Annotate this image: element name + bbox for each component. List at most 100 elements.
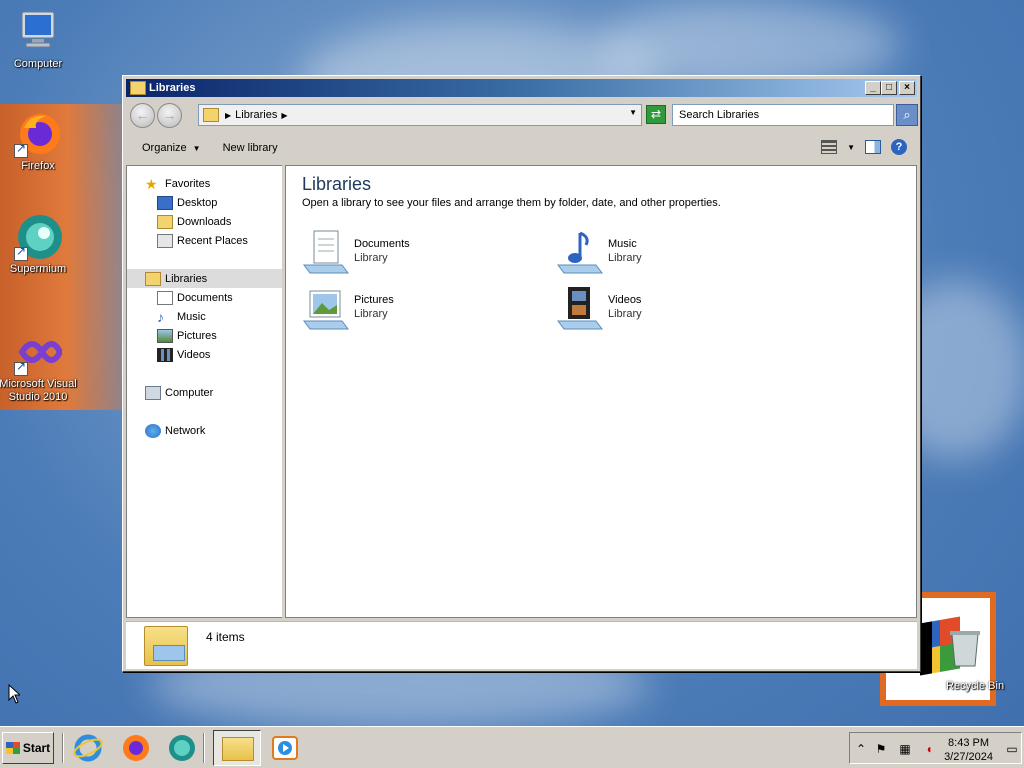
nav-libraries[interactable]: Libraries [127,269,282,288]
nav-desktop[interactable]: Desktop [157,193,217,212]
shortcut-arrow-icon [14,245,28,261]
nav-label: Desktop [177,196,218,209]
media-player-icon[interactable] [270,734,300,762]
film-strip-icon [157,347,173,362]
shortcut-arrow-icon [14,142,28,158]
search-button[interactable]: ⌕ [896,104,918,126]
computer-icon [14,8,62,56]
library-name: Videos [608,294,642,306]
library-item-documents[interactable]: Documents Library [302,226,532,276]
libraries-folder-icon [222,737,254,761]
music-note-icon: ♪ [157,308,164,325]
clock[interactable]: 8:43 PM 3/27/2024 [944,736,993,764]
maximize-button[interactable]: □ [881,81,897,95]
internet-explorer-icon[interactable] [73,734,103,762]
downloads-folder-icon [157,214,173,229]
nav-label: Pictures [177,329,217,342]
picture-icon [157,328,173,343]
nav-label: Music [177,310,206,323]
title-bar[interactable]: Libraries _ □ × [126,79,917,97]
taskbar-separator [203,733,205,763]
chevron-down-icon[interactable]: ▼ [847,143,855,152]
taskbar: Start ⌃ ⚑ ▦ ◖ 8:43 PM 3/27/2024 ▭ [0,726,1024,768]
nav-computer[interactable]: Computer [145,383,213,402]
nav-downloads[interactable]: Downloads [157,212,231,231]
library-type: Library [354,308,388,320]
document-icon [157,290,173,305]
clock-time: 8:43 PM [948,737,990,749]
nav-videos[interactable]: Videos [157,345,210,364]
desktop-icon-visual-studio[interactable]: Microsoft Visual Studio 2010 [0,328,78,404]
breadcrumb-chevron-icon[interactable]: ▶ [225,111,231,120]
firefox-icon[interactable] [121,734,151,762]
supermium-icon [14,213,62,261]
nav-label: Computer [165,386,214,399]
desktop-icon-firefox[interactable]: Firefox [0,110,78,173]
close-button[interactable]: × [899,81,915,95]
library-item-music[interactable]: Music Library [556,226,786,276]
command-bar: Organize ▼ New library ▼ ? [126,133,917,163]
item-count: 4 items [206,630,245,644]
content-pane: Libraries Open a library to see your fil… [285,165,917,618]
start-label: Start [22,741,51,755]
libraries-folder-icon [130,81,146,95]
navigation-pane: ★ Favorites Desktop Downloads Recent Pla… [126,165,283,618]
system-tray: ⌃ ⚑ ▦ ◖ 8:43 PM 3/27/2024 ▭ [849,732,1022,764]
nav-favorites[interactable]: ★ Favorites [145,174,210,193]
nav-network[interactable]: Network [145,421,205,440]
library-name: Documents [354,238,410,250]
recycle-bin-icon [948,628,982,668]
supermium-icon[interactable] [167,734,197,762]
action-center-flag-icon[interactable]: ⚑ [874,742,888,756]
forward-button[interactable]: → [157,103,182,128]
help-icon[interactable]: ? [891,139,907,155]
network-status-icon[interactable]: ▦ [898,742,912,756]
firefox-icon [14,110,62,158]
library-type: Library [354,252,388,264]
clock-date: 3/27/2024 [944,751,993,763]
breadcrumb-chevron-icon[interactable]: ▶ [281,111,287,120]
taskbar-item-libraries[interactable] [213,730,261,766]
search-input[interactable]: Search Libraries [672,104,894,126]
nav-recent-places[interactable]: Recent Places [157,231,248,250]
page-title: Libraries [302,174,372,194]
network-icon [145,423,161,438]
breadcrumb[interactable]: Libraries [235,109,277,121]
desktop-icon-supermium[interactable]: Supermium [0,213,78,276]
desktop-icon-label: Recycle Bin [946,680,1005,692]
nav-label: Documents [177,291,233,304]
libraries-folder-icon [144,626,188,666]
desktop-icon-label: Firefox [21,160,55,172]
explorer-window[interactable]: Libraries _ □ × ← → ▶ Libraries ▶ ▼ ⇄ Se… [122,75,921,672]
volume-muted-icon[interactable]: ◖ [922,742,936,756]
nav-documents[interactable]: Documents [157,288,233,307]
minimize-button[interactable]: _ [865,81,881,95]
shortcut-arrow-icon [14,360,28,376]
refresh-button[interactable]: ⇄ [646,105,666,124]
show-desktop-icon[interactable]: ▭ [1005,742,1019,756]
nav-label: Downloads [177,215,232,228]
library-item-pictures[interactable]: Pictures Library [302,282,532,332]
start-button[interactable]: Start [2,732,54,764]
nav-label: Libraries [165,272,208,285]
nav-music[interactable]: ♪ Music [157,307,206,326]
recent-places-icon [157,233,173,248]
libraries-folder-icon [203,108,219,122]
new-library-button[interactable]: New library [217,142,284,154]
chevron-down-icon[interactable]: ▼ [629,108,637,117]
pictures-library-icon [302,283,350,331]
preview-pane-icon[interactable] [865,140,881,154]
address-bar[interactable]: ▶ Libraries ▶ ▼ [198,104,642,126]
library-name: Pictures [354,294,394,306]
computer-icon [145,385,161,400]
back-button[interactable]: ← [130,103,155,128]
taskbar-separator [62,733,64,763]
change-view-icon[interactable] [821,140,838,154]
new-library-label: New library [222,142,278,154]
nav-pictures[interactable]: Pictures [157,326,217,345]
library-item-videos[interactable]: Videos Library [556,282,786,332]
show-hidden-icons-icon[interactable]: ⌃ [854,742,868,756]
star-icon: ★ [145,175,158,192]
desktop-icon-computer[interactable]: Computer [0,8,78,71]
organize-button[interactable]: Organize ▼ [136,142,207,154]
